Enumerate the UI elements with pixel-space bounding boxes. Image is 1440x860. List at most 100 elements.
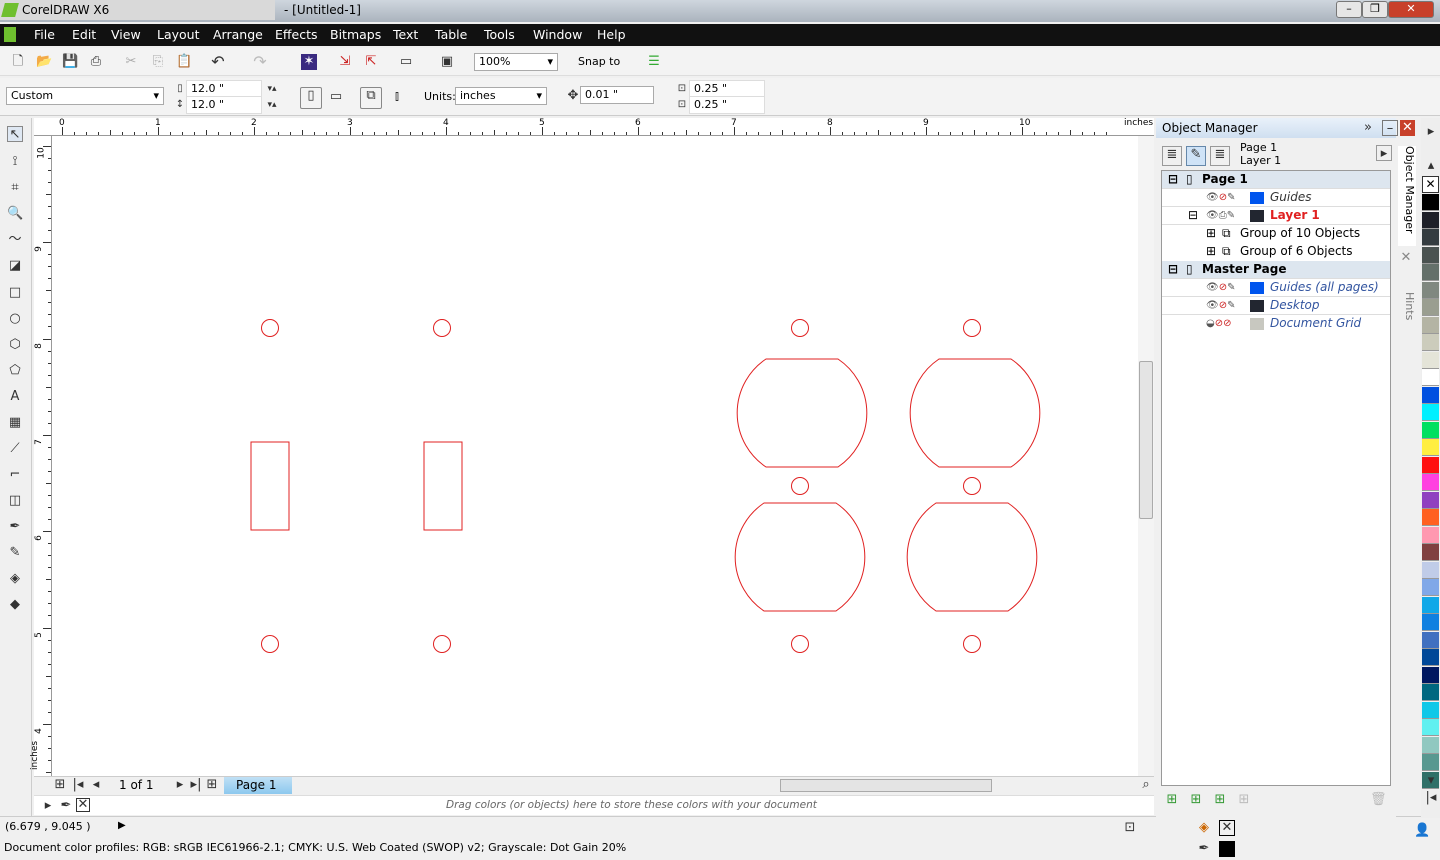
outlet-opening-shape[interactable] <box>734 502 866 612</box>
cut-icon[interactable]: ✂ <box>123 54 139 70</box>
last-page-icon[interactable]: ▸| <box>188 777 204 793</box>
palette-flyout-icon[interactable]: ▸ <box>1423 124 1439 140</box>
paste-icon[interactable]: 📋 <box>176 54 192 70</box>
user-account-icon[interactable]: 👤 <box>1414 823 1430 839</box>
open-icon[interactable]: 📂 <box>36 54 52 70</box>
palette-end-icon[interactable]: |◂ <box>1423 790 1439 806</box>
palette-swatch[interactable] <box>1422 579 1439 596</box>
add-page-after-icon[interactable]: ⊞ <box>204 777 220 793</box>
eyedropper-icon[interactable]: ✒ <box>58 798 74 814</box>
vertical-ruler[interactable]: 10 9 8 7 6 5 4 <box>34 136 52 809</box>
no-color-swatch-icon[interactable]: ✕ <box>76 798 90 812</box>
outline-pen-icon[interactable]: ✎ <box>7 545 23 561</box>
crop-tool-icon[interactable]: ⌗ <box>7 180 23 196</box>
palette-swatch[interactable] <box>1422 754 1439 771</box>
import-icon[interactable]: ⇲ <box>337 54 353 70</box>
vertical-scroll-thumb[interactable] <box>1139 361 1153 519</box>
palette-swatch[interactable] <box>1422 316 1439 334</box>
screw-hole-circle[interactable] <box>963 635 981 653</box>
table-tool-icon[interactable]: ▦ <box>7 415 23 431</box>
landscape-button[interactable]: ▭ <box>328 89 344 105</box>
palette-swatch[interactable] <box>1422 719 1439 736</box>
screw-hole-circle[interactable] <box>791 477 809 495</box>
save-icon[interactable]: 💾 <box>62 54 78 70</box>
palette-swatch[interactable] <box>1422 334 1439 351</box>
screw-hole-circle[interactable] <box>261 319 279 337</box>
palette-swatch[interactable] <box>1422 386 1439 404</box>
undo-icon[interactable]: ↶ <box>210 54 226 70</box>
palette-swatch[interactable] <box>1422 421 1439 439</box>
palette-swatch[interactable] <box>1422 544 1439 561</box>
blend-tool-icon[interactable]: ◫ <box>7 493 23 509</box>
horizontal-ruler[interactable]: 0 1 2 3 4 5 6 7 8 9 10 <box>34 118 1154 136</box>
shape-tool-icon[interactable]: ⟟ <box>7 154 23 170</box>
screw-hole-circle[interactable] <box>433 635 451 653</box>
portrait-button[interactable]: ▯ <box>300 87 322 109</box>
options-icon[interactable]: ☰ <box>646 54 662 70</box>
zoom-tool-icon[interactable]: 🔍 <box>7 206 23 222</box>
palette-swatch[interactable] <box>1422 684 1439 701</box>
close-tab-icon[interactable]: ✕ <box>1398 250 1414 266</box>
page-size-select[interactable]: Custom <box>6 87 164 105</box>
polygon-tool-icon[interactable]: ⬡ <box>7 337 23 353</box>
horizontal-scroll-thumb[interactable] <box>780 779 992 792</box>
freehand-tool-icon[interactable]: 〜 <box>7 232 23 248</box>
fill-tool-icon[interactable]: ◈ <box>7 571 23 587</box>
close-button[interactable]: ✕ <box>1388 1 1434 18</box>
palette-swatch[interactable] <box>1422 439 1439 456</box>
palette-swatch[interactable] <box>1422 666 1439 684</box>
screw-hole-circle[interactable] <box>963 477 981 495</box>
docker-close-button[interactable]: ✕ <box>1400 120 1415 136</box>
menu-window[interactable]: Window <box>533 27 582 42</box>
export-icon[interactable]: ⇱ <box>363 54 379 70</box>
welcome-screen-icon[interactable]: ▣ <box>439 54 455 70</box>
width-spinner[interactable]: ▾▴ <box>264 81 280 97</box>
outlet-opening-shape[interactable] <box>736 358 868 468</box>
new-document-icon[interactable]: 🗋 <box>10 54 26 70</box>
dimension-tool-icon[interactable]: ⟋ <box>7 441 23 457</box>
tab-hints[interactable]: Hints <box>1398 274 1416 320</box>
switch-opening-rect[interactable] <box>250 441 290 531</box>
maximize-button[interactable]: ❐ <box>1362 1 1388 18</box>
new-master-layer-even-icon[interactable]: ⊞ <box>1212 792 1228 808</box>
snap-to-dropdown[interactable]: Snap to <box>578 55 620 68</box>
menu-tools[interactable]: Tools <box>484 27 515 42</box>
menu-arrange[interactable]: Arrange <box>213 27 263 42</box>
screw-hole-circle[interactable] <box>791 319 809 337</box>
screw-hole-circle[interactable] <box>963 319 981 337</box>
duplicate-y-input[interactable]: 0.25 " <box>689 96 765 114</box>
vertical-scrollbar[interactable] <box>1138 136 1154 776</box>
zoom-level-select[interactable]: 100% <box>474 53 558 71</box>
palette-swatch[interactable] <box>1422 474 1439 491</box>
drawing[interactable] <box>52 136 1138 776</box>
palette-swatch[interactable] <box>1422 456 1439 474</box>
new-master-layer-icon[interactable]: ⊞ <box>1188 792 1204 808</box>
palette-swatch[interactable] <box>1422 631 1439 649</box>
palette-swatch[interactable] <box>1422 194 1439 211</box>
object-manager-menu-icon[interactable]: ▸ <box>1376 145 1392 161</box>
screw-hole-circle[interactable] <box>433 319 451 337</box>
next-page-icon[interactable]: ▸ <box>172 777 188 793</box>
text-tool-icon[interactable]: A <box>7 389 23 405</box>
palette-swatch[interactable] <box>1422 264 1439 281</box>
palette-swatch[interactable] <box>1422 614 1439 631</box>
page-tab-page-1[interactable]: Page 1 <box>224 777 292 794</box>
all-pages-button[interactable]: ⧉ <box>360 87 382 109</box>
palette-menu-icon[interactable]: ▸ <box>40 798 56 814</box>
tree-layer-1[interactable]: ⊟ 👁⎙✎ Layer 1 <box>1162 207 1390 225</box>
menu-edit[interactable]: Edit <box>72 27 96 42</box>
palette-swatch[interactable] <box>1422 351 1439 369</box>
units-select[interactable]: inches <box>455 87 547 105</box>
palette-swatch[interactable] <box>1422 701 1439 719</box>
palette-swatch[interactable] <box>1422 281 1439 299</box>
interactive-fill-icon[interactable]: ◆ <box>7 597 23 613</box>
color-profiles-info[interactable]: Document color profiles: RGB: sRGB IEC61… <box>4 841 626 854</box>
palette-swatch[interactable] <box>1422 211 1439 229</box>
menu-view[interactable]: View <box>111 27 141 42</box>
layer-manager-view-icon[interactable]: ≣ <box>1210 146 1230 166</box>
outlet-opening-shape[interactable] <box>909 358 1041 468</box>
palette-scroll-up-icon[interactable]: ▴ <box>1423 158 1439 174</box>
menu-bitmaps[interactable]: Bitmaps <box>330 27 381 42</box>
screw-hole-circle[interactable] <box>261 635 279 653</box>
previous-page-icon[interactable]: ◂ <box>88 777 104 793</box>
